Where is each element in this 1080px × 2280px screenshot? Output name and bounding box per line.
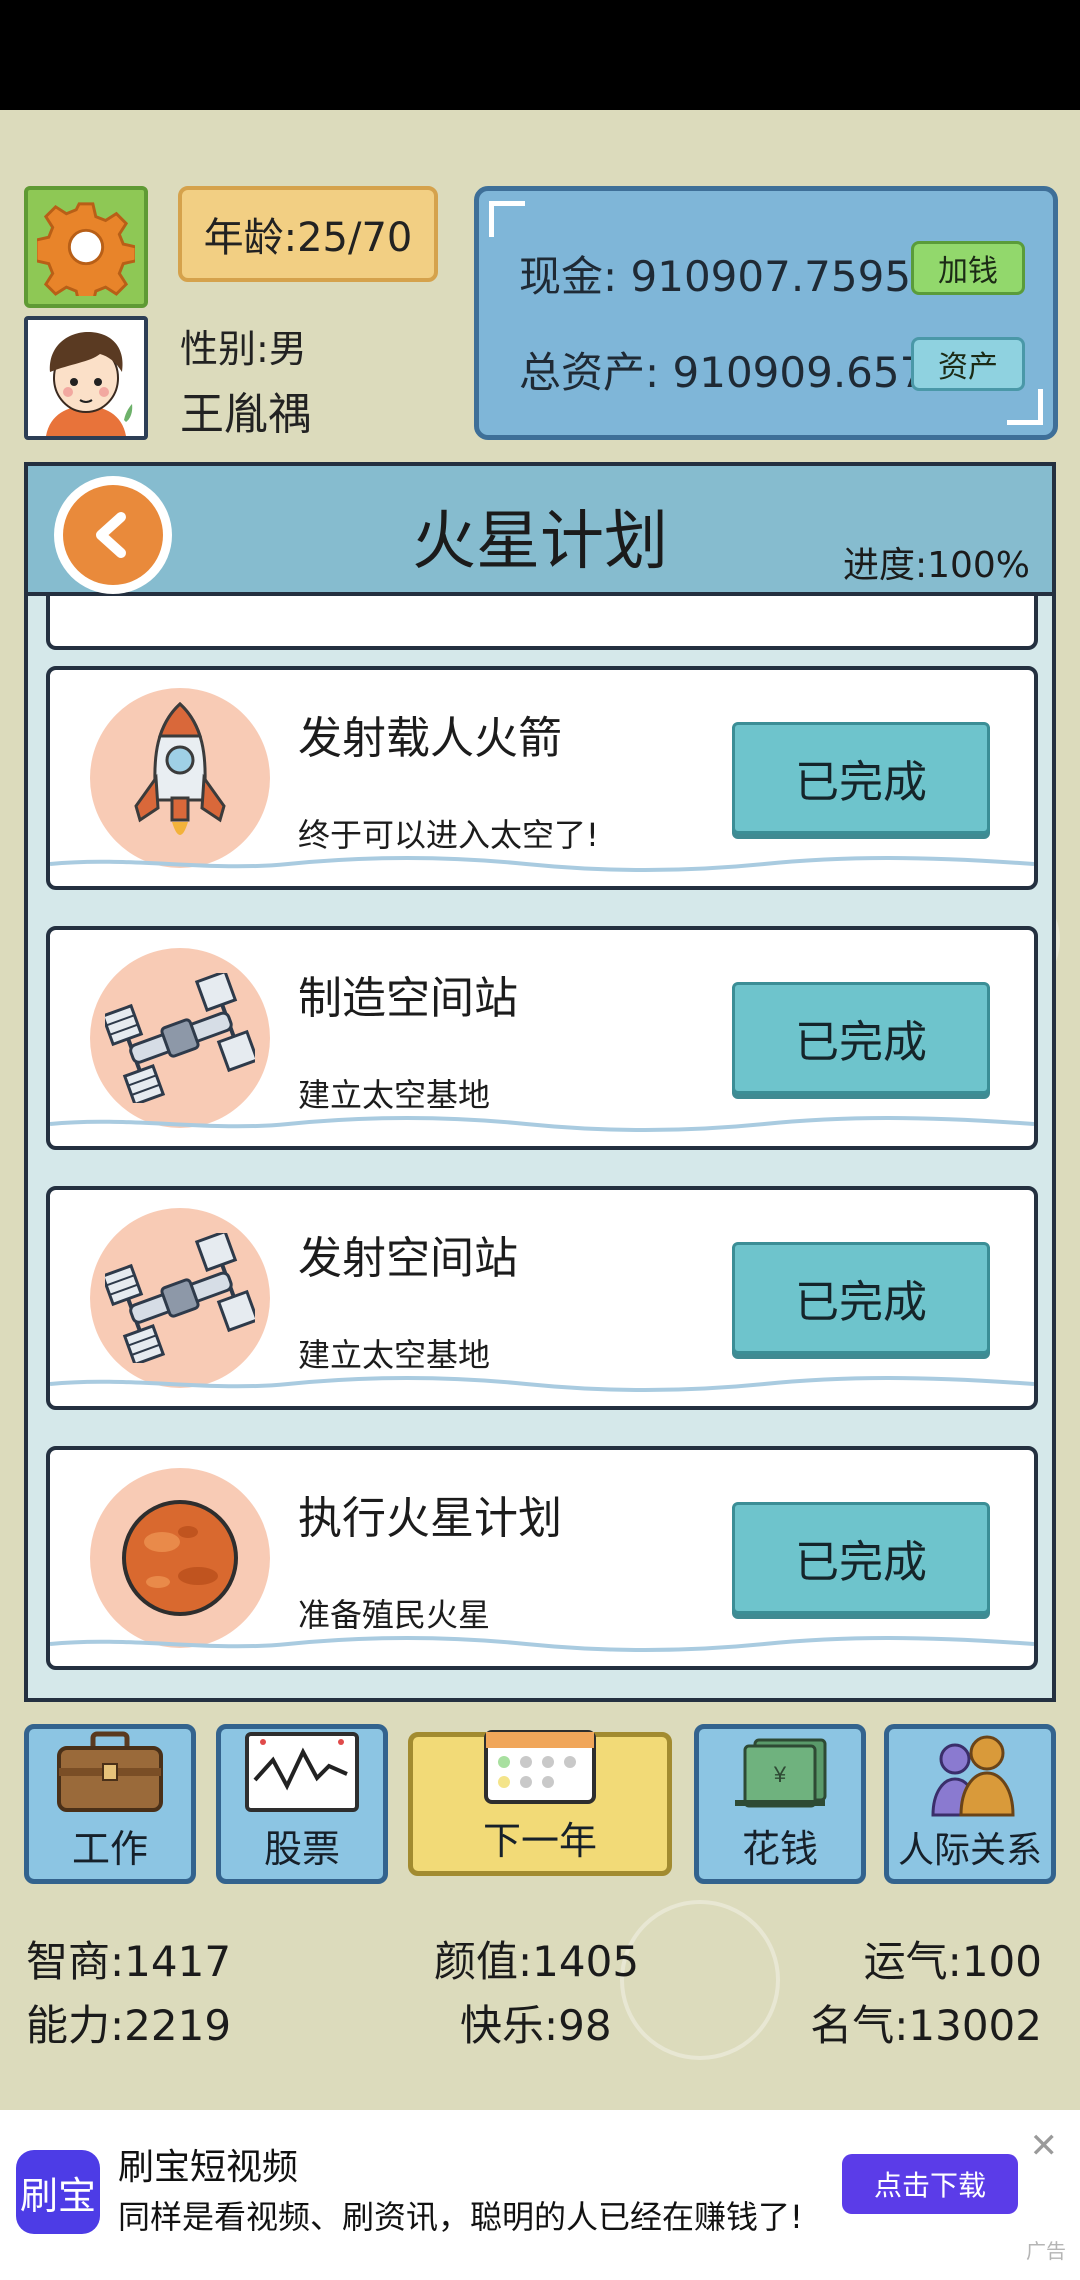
wave-decoration [50,1116,1034,1132]
total-assets-value: 总资产: 910909.657亿 [519,348,969,397]
task-name: 执行火星计划 [298,1493,562,1544]
background-doodle [620,1900,780,2060]
task-name: 制造空间站 [298,973,518,1024]
stat-luck: 运气:100 [863,1937,1042,1986]
completed-button[interactable]: 已完成 [732,1242,990,1354]
gender-label: 性别:男 [180,327,307,371]
people-icon [931,1735,1015,1817]
avatar[interactable] [24,316,148,440]
task-description: 建立太空基地 [298,1336,491,1374]
task-description: 准备殖民火星 [298,1596,491,1634]
panel-header: 火星计划 进度:100% [28,466,1052,596]
task-name: 发射载人火箭 [298,713,562,764]
space-station-icon [105,973,255,1103]
mars-icon [122,1500,238,1616]
wave-decoration [50,856,1034,872]
task-icon [90,1208,270,1388]
task-card: 发射载人火箭 终于可以进入太空了! 已完成 [46,666,1038,890]
stat-ability: 能力:2219 [26,2001,232,2050]
calendar-icon [484,1730,596,1804]
ad-logo: 刷宝 [16,2150,100,2234]
status-bar [0,0,1080,110]
next-year-label: 下一年 [482,1819,597,1863]
completed-button[interactable]: 已完成 [732,722,990,834]
nav-stocks-button[interactable]: 股票 [216,1724,388,1884]
stat-iq: 智商:1417 [26,1937,232,1986]
settings-button[interactable] [24,186,148,308]
money-stack-icon: ¥ [735,1738,827,1808]
wave-decoration [50,1636,1034,1652]
stock-chart-icon [245,1732,359,1812]
money-panel: 现金: 910907.7595亿 总资产: 910909.657亿 加钱 资产 [474,186,1058,440]
task-icon [90,688,270,868]
rocket-icon [134,701,226,835]
gear-icon [37,202,135,296]
list-item [46,596,1038,650]
space-station-icon [105,1233,255,1363]
nav-work-button[interactable]: 工作 [24,1724,196,1884]
nav-work-label: 工作 [71,1827,148,1871]
completed-button[interactable]: 已完成 [732,1502,990,1614]
task-card: 发射空间站 建立太空基地 已完成 [46,1186,1038,1410]
nav-relations-label: 人际关系 [897,1830,1042,1871]
cash-value: 现金: 910907.7595亿 [519,252,954,301]
task-name: 发射空间站 [298,1233,518,1284]
avatar-icon [28,320,144,436]
nav-spend-label: 花钱 [741,1827,818,1871]
assets-button[interactable]: 资产 [911,337,1025,391]
corner-decoration [489,201,525,237]
ad-tag: 广告 [1026,2239,1066,2263]
ad-description: 同样是看视频、刷资讯，聪明的人已经在赚钱了! [118,2198,803,2236]
task-description: 终于可以进入太空了! [298,816,599,854]
corner-decoration [1007,389,1043,425]
ad-title: 刷宝短视频 [118,2147,299,2188]
ad-download-button[interactable]: 点击下载 [842,2154,1018,2214]
svg-text:¥: ¥ [773,1762,787,1787]
mars-plan-panel: 火星计划 进度:100% 发射载人火箭 终于可以进入太空了! 已完成 制造空间站… [24,462,1056,1702]
add-money-button[interactable]: 加钱 [911,241,1025,295]
nav-spend-button[interactable]: ¥ 花钱 [694,1724,866,1884]
player-name: 王胤禑 [180,389,312,440]
nav-relations-button[interactable]: 人际关系 [884,1724,1056,1884]
task-card: 执行火星计划 准备殖民火星 已完成 [46,1446,1038,1670]
close-icon[interactable]: ✕ [1030,2126,1059,2166]
ad-banner[interactable]: 刷宝 刷宝短视频 同样是看视频、刷资讯，聪明的人已经在赚钱了! 点击下载 ✕ 广… [0,2110,1080,2280]
completed-button[interactable]: 已完成 [732,982,990,1094]
progress-label: 进度:100% [842,545,1030,586]
age-display: 年龄:25/70 [178,186,438,282]
task-description: 建立太空基地 [298,1076,491,1114]
stat-fame: 名气:13002 [810,2001,1042,2050]
nav-stocks-label: 股票 [263,1827,340,1871]
stat-happiness: 快乐:98 [460,2001,612,2050]
next-year-button[interactable]: 下一年 [408,1730,672,1876]
task-card: 制造空间站 建立太空基地 已完成 [46,926,1038,1150]
stat-looks: 颜值:1405 [434,1937,640,1986]
briefcase-icon [57,1731,163,1812]
task-icon [90,948,270,1128]
chevron-left-icon [96,512,126,558]
task-icon [90,1468,270,1648]
wave-decoration [50,1376,1034,1392]
back-button[interactable] [54,476,172,594]
